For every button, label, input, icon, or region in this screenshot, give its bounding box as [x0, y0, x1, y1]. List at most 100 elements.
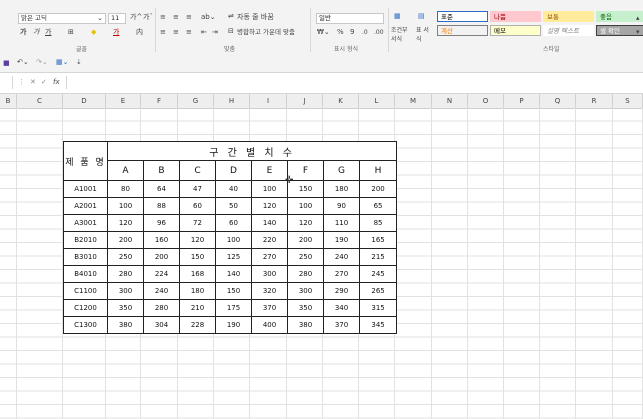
column-header-c[interactable]: C [17, 94, 63, 108]
align-center-icon[interactable]: ≡ [173, 28, 179, 37]
value-cell[interactable]: 50 [215, 197, 252, 215]
column-header-q[interactable]: Q [540, 94, 576, 108]
value-cell[interactable]: 280 [287, 265, 324, 283]
gallery-scroll-icon[interactable]: ▴ [636, 14, 640, 23]
product-name-cell[interactable]: C1200 [63, 299, 108, 317]
wrap-text-icon[interactable]: ⇌ [228, 12, 234, 21]
value-cell[interactable]: 160 [143, 231, 180, 249]
value-cell[interactable]: 165 [358, 231, 398, 249]
value-cell[interactable]: 380 [107, 316, 144, 334]
value-cell[interactable]: 120 [107, 214, 144, 232]
value-cell[interactable]: 60 [179, 197, 216, 215]
wrap-text-button[interactable]: 자동 줄 바꿈 [237, 13, 274, 22]
table-title[interactable]: 구 간 별 치 수 [106, 141, 398, 161]
cell-style-6[interactable]: 메모 [490, 25, 541, 36]
value-cell[interactable]: 350 [107, 299, 144, 317]
cond-format-icon[interactable]: ▦ [394, 12, 401, 21]
value-cell[interactable]: 220 [251, 231, 288, 249]
merge-center-button[interactable]: 병합하고 가운데 맞춤 [237, 28, 295, 37]
column-header-d[interactable]: D [63, 94, 106, 108]
value-cell[interactable]: 96 [143, 214, 180, 232]
cancel-button[interactable]: ✕ [30, 78, 36, 87]
orientation-icon[interactable]: ab⌄ [201, 13, 216, 22]
percent-button[interactable]: % [337, 28, 344, 37]
value-cell[interactable]: 265 [358, 282, 398, 300]
save-icon[interactable]: ■ [3, 59, 10, 68]
customize-qat-icon[interactable]: ⇣ [76, 58, 82, 67]
indent-decrease-icon[interactable]: ⇤ [201, 28, 207, 37]
column-header-h[interactable]: H [214, 94, 250, 108]
value-cell[interactable]: 40 [215, 180, 252, 198]
value-cell[interactable]: 100 [287, 197, 324, 215]
product-name-cell[interactable]: A3001 [63, 214, 108, 232]
value-cell[interactable]: 300 [251, 265, 288, 283]
shrink-font-button[interactable]: 가ˇ [143, 13, 153, 22]
value-cell[interactable]: 180 [179, 282, 216, 300]
column-label-e[interactable]: E [251, 160, 288, 181]
cell-style-3[interactable]: 보통 [543, 11, 594, 22]
value-cell[interactable]: 60 [215, 214, 252, 232]
column-label-g[interactable]: G [323, 160, 360, 181]
value-cell[interactable]: 304 [143, 316, 180, 334]
cell-style-2[interactable]: 나쁨 [490, 11, 541, 22]
value-cell[interactable]: 90 [323, 197, 360, 215]
enter-button[interactable]: ✓ [41, 78, 47, 87]
value-cell[interactable]: 100 [215, 231, 252, 249]
row-header-title[interactable]: 제 품 명 [63, 141, 108, 181]
value-cell[interactable]: 380 [287, 316, 324, 334]
column-header-j[interactable]: J [287, 94, 323, 108]
column-header-b[interactable]: B [0, 94, 17, 108]
column-header-s[interactable]: S [613, 94, 643, 108]
column-header-l[interactable]: L [359, 94, 395, 108]
column-label-c[interactable]: C [179, 160, 216, 181]
value-cell[interactable]: 370 [251, 299, 288, 317]
value-cell[interactable]: 120 [179, 231, 216, 249]
value-cell[interactable]: 315 [358, 299, 398, 317]
align-right-icon[interactable]: ≡ [186, 28, 192, 37]
column-header-n[interactable]: N [432, 94, 468, 108]
value-cell[interactable]: 320 [251, 282, 288, 300]
value-cell[interactable]: 290 [323, 282, 360, 300]
value-cell[interactable]: 110 [323, 214, 360, 232]
value-cell[interactable]: 345 [358, 316, 398, 334]
column-header-o[interactable]: O [468, 94, 504, 108]
insert-function-button[interactable]: fx [53, 78, 60, 87]
value-cell[interactable]: 180 [323, 180, 360, 198]
value-cell[interactable]: 300 [107, 282, 144, 300]
product-name-cell[interactable]: B3010 [63, 248, 108, 266]
italic-button[interactable]: 가 [33, 28, 39, 37]
value-cell[interactable]: 125 [215, 248, 252, 266]
value-cell[interactable]: 350 [287, 299, 324, 317]
column-header-e[interactable]: E [106, 94, 141, 108]
column-header-r[interactable]: R [576, 94, 613, 108]
column-header-m[interactable]: M [395, 94, 432, 108]
column-header-g[interactable]: G [178, 94, 214, 108]
value-cell[interactable]: 168 [179, 265, 216, 283]
table-format-button[interactable]: 표 서식 [416, 26, 430, 44]
value-cell[interactable]: 47 [179, 180, 216, 198]
cell-style-7[interactable]: 설명 텍스트 [543, 25, 594, 36]
value-cell[interactable]: 200 [358, 180, 398, 198]
value-cell[interactable]: 175 [215, 299, 252, 317]
name-box[interactable] [0, 76, 13, 89]
value-cell[interactable]: 100 [107, 197, 144, 215]
value-cell[interactable]: 72 [179, 214, 216, 232]
value-cell[interactable]: 200 [143, 248, 180, 266]
product-name-cell[interactable]: C1300 [63, 316, 108, 334]
cell-style-1[interactable]: 표준 [437, 11, 488, 22]
column-header-f[interactable]: F [141, 94, 178, 108]
value-cell[interactable]: 200 [287, 231, 324, 249]
formula-input[interactable] [67, 76, 643, 89]
value-cell[interactable]: 150 [215, 282, 252, 300]
product-name-cell[interactable]: A1001 [63, 180, 108, 198]
column-label-a[interactable]: A [107, 160, 144, 181]
value-cell[interactable]: 140 [215, 265, 252, 283]
value-cell[interactable]: 100 [251, 180, 288, 198]
value-cell[interactable]: 270 [323, 265, 360, 283]
column-label-h[interactable]: H [358, 160, 398, 181]
comma-button[interactable]: 9 [350, 28, 354, 37]
cond-format-button[interactable]: 조건부 서식 [391, 26, 413, 44]
product-name-cell[interactable]: B4010 [63, 265, 108, 283]
value-cell[interactable]: 190 [323, 231, 360, 249]
product-name-cell[interactable]: B2010 [63, 231, 108, 249]
